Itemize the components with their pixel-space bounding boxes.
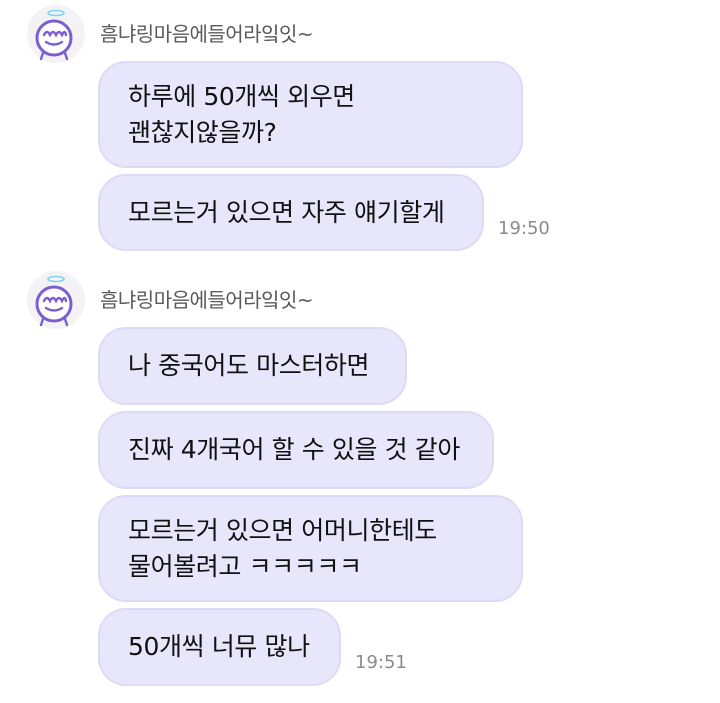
message-line: 모르는거 있으면 어머니한테도 [128,515,437,545]
message-bubble[interactable]: 50개씩 너뮤 많나 [98,608,341,686]
message-line: 모르는거 있으면 자주 얘기할게 [128,197,445,227]
sender-avatar-icon[interactable] [26,4,86,64]
message-line: 괜찮지않을까? [128,117,277,147]
message-line: 진짜 4개국어 할 수 있을 것 같아 [128,435,460,464]
message-line: 물어볼려고 ㅋㅋㅋㅋㅋ [128,551,362,581]
message-bubble[interactable]: 진짜 4개국어 할 수 있을 것 같아 [98,411,494,489]
message-timestamp: 19:51 [355,652,407,673]
sender-name: 흠냐링마음에들어라잌잇~ [100,22,314,46]
message-line: 50개씩 너뮤 많나 [128,632,310,661]
message-timestamp: 19:50 [498,218,550,239]
sender-avatar-icon[interactable] [26,270,86,330]
message-line: 하루에 50개씩 외우면 [128,81,355,111]
message-line: 나 중국어도 마스터하면 [128,351,370,380]
sender-name: 흠냐링마음에들어라잌잇~ [100,288,314,312]
message-bubble[interactable]: 나 중국어도 마스터하면 [98,327,407,405]
chat-view: 흠냐링마음에들어라잌잇~ 하루에 50개씩 외우면 괜찮지않을까? 모르는거 있… [0,0,720,703]
message-bubble[interactable]: 모르는거 있으면 자주 얘기할게 [98,174,484,251]
message-bubble[interactable]: 하루에 50개씩 외우면 괜찮지않을까? [98,61,523,168]
message-bubble[interactable]: 모르는거 있으면 어머니한테도 물어볼려고 ㅋㅋㅋㅋㅋ [98,495,523,602]
